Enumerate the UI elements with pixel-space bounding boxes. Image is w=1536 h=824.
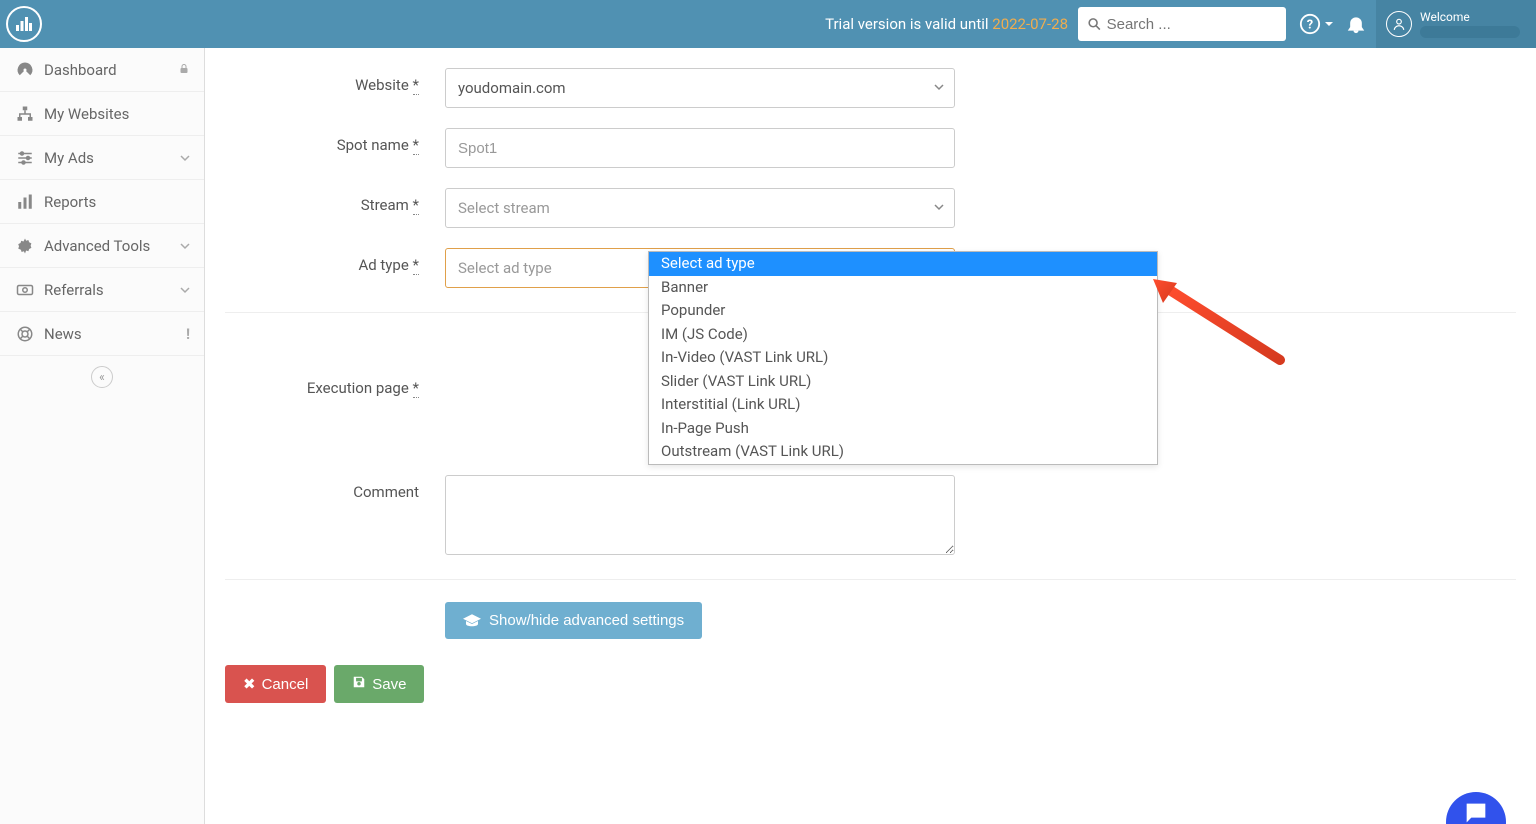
sidebar-item-label: My Ads <box>44 149 180 167</box>
search-box[interactable] <box>1078 7 1286 41</box>
adtype-option[interactable]: Slider (VAST Link URL) <box>649 370 1157 394</box>
show-advanced-button[interactable]: Show/hide advanced settings <box>445 602 702 639</box>
save-label: Save <box>372 676 406 693</box>
comment-textarea[interactable] <box>445 475 955 555</box>
sliders-icon <box>14 149 36 167</box>
sidebar-item-dashboard[interactable]: Dashboard <box>0 48 204 92</box>
lock-icon <box>178 61 190 79</box>
adtype-label: Ad type * <box>225 248 445 274</box>
execution-page-label: Execution page * <box>225 371 445 397</box>
show-advanced-label: Show/hide advanced settings <box>489 612 684 629</box>
close-icon: ✖ <box>243 675 256 693</box>
website-value: youdomain.com <box>458 79 566 97</box>
svg-text:?: ? <box>1307 18 1313 33</box>
search-input[interactable] <box>1107 16 1276 33</box>
sidebar-item-label: Dashboard <box>44 61 178 79</box>
notifications-button[interactable] <box>1336 0 1376 48</box>
bar-chart-icon <box>14 193 36 211</box>
adtype-option[interactable]: IM (JS Code) <box>649 323 1157 347</box>
adtype-option[interactable]: Select ad type <box>649 252 1157 276</box>
adtype-option[interactable]: Popunder <box>649 299 1157 323</box>
chat-icon <box>1462 799 1490 824</box>
exclaim-icon: ! <box>186 325 190 343</box>
adtype-option[interactable]: Banner <box>649 276 1157 300</box>
search-icon <box>1088 17 1101 31</box>
sidebar-item-reports[interactable]: Reports <box>0 180 204 224</box>
help-button[interactable]: ? <box>1296 0 1336 48</box>
spot-name-field[interactable] <box>445 128 955 168</box>
welcome-username <box>1420 26 1520 38</box>
chevron-down-icon <box>1325 22 1333 26</box>
sidebar-item-label: My Websites <box>44 105 190 123</box>
adtype-option[interactable]: Interstitial (Link URL) <box>649 393 1157 417</box>
stream-select[interactable]: Select stream <box>445 188 955 228</box>
user-menu[interactable]: Welcome <box>1376 0 1536 48</box>
cancel-label: Cancel <box>262 676 309 693</box>
sidebar-item-ads[interactable]: My Ads <box>0 136 204 180</box>
sidebar-item-referrals[interactable]: Referrals <box>0 268 204 312</box>
adtype-dropdown-list: Select ad typeBannerPopunderIM (JS Code)… <box>648 251 1158 465</box>
divider <box>225 579 1516 580</box>
arrow-annotation <box>1145 275 1295 379</box>
sidebar-item-label: Advanced Tools <box>44 237 180 255</box>
sidebar-item-label: Reports <box>44 193 190 211</box>
cancel-button[interactable]: ✖ Cancel <box>225 665 326 703</box>
trial-text: Trial version is valid until 2022-07-28 <box>825 15 1068 33</box>
stream-label: Stream * <box>225 188 445 214</box>
sidebar-item-websites[interactable]: My Websites <box>0 92 204 136</box>
logo[interactable] <box>0 0 48 48</box>
welcome-label: Welcome <box>1420 10 1520 24</box>
website-label: Website * <box>225 68 445 94</box>
avatar <box>1386 11 1412 37</box>
adtype-option[interactable]: Outstream (VAST Link URL) <box>649 440 1157 464</box>
collapse-toggle[interactable]: « <box>0 356 204 398</box>
sidebar-item-news[interactable]: News ! <box>0 312 204 356</box>
chevron-down-icon <box>934 201 944 215</box>
graduation-icon <box>463 614 481 628</box>
gear-icon <box>14 237 36 255</box>
header: Trial version is valid until 2022-07-28 … <box>0 0 1536 48</box>
sitemap-icon <box>14 105 36 123</box>
chat-widget[interactable] <box>1446 792 1506 824</box>
spot-name-input[interactable] <box>458 140 942 157</box>
sidebar-item-label: News <box>44 325 186 343</box>
chevron-down-icon <box>180 281 190 299</box>
chevron-down-icon <box>180 149 190 167</box>
adtype-option[interactable]: In-Video (VAST Link URL) <box>649 346 1157 370</box>
stream-placeholder: Select stream <box>458 199 550 217</box>
lifebuoy-icon <box>14 325 36 343</box>
adtype-placeholder: Select ad type <box>458 259 552 277</box>
adtype-option[interactable]: In-Page Push <box>649 417 1157 441</box>
sidebar: Dashboard My Websites My Ads Reports Adv… <box>0 48 205 824</box>
chevron-down-icon <box>180 237 190 255</box>
collapse-icon: « <box>91 366 113 388</box>
save-icon <box>352 675 366 693</box>
save-button[interactable]: Save <box>334 665 424 703</box>
dashboard-icon <box>14 61 36 79</box>
website-select[interactable]: youdomain.com <box>445 68 955 108</box>
logo-icon <box>6 6 42 42</box>
sidebar-item-advanced[interactable]: Advanced Tools <box>0 224 204 268</box>
main: Website * youdomain.com Spot name * Stre… <box>205 48 1536 824</box>
money-icon <box>14 281 36 299</box>
spot-name-label: Spot name * <box>225 128 445 154</box>
comment-label: Comment <box>225 475 445 501</box>
sidebar-item-label: Referrals <box>44 281 180 299</box>
chevron-down-icon <box>934 81 944 95</box>
trial-date: 2022-07-28 <box>992 15 1068 33</box>
